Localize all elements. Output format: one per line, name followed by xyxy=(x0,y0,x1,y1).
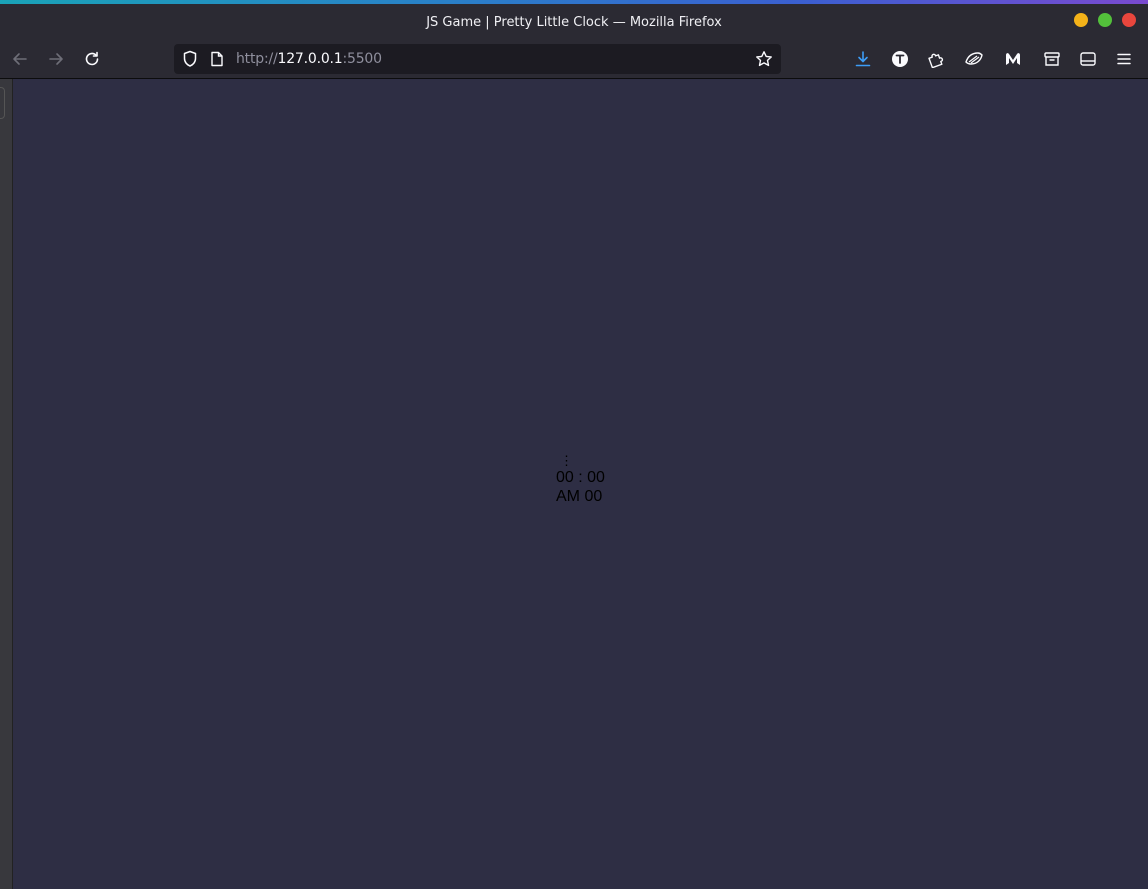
close-button[interactable] xyxy=(1122,13,1136,27)
url-port: :5500 xyxy=(342,51,383,67)
bookmark-star-icon[interactable] xyxy=(753,48,775,70)
url-bar[interactable]: http://127.0.0.1:5500 xyxy=(174,44,781,74)
title-bar: JS Game | Pretty Little Clock — Mozilla … xyxy=(0,4,1148,40)
account-avatar-icon[interactable] xyxy=(889,48,911,70)
hamburger-menu-icon[interactable] xyxy=(1113,48,1135,70)
downloads-icon[interactable] xyxy=(852,48,874,70)
url-text[interactable]: http://127.0.0.1:5500 xyxy=(236,51,382,67)
sidebar-strip xyxy=(0,79,13,889)
page-content: ⋮ 00 : 00 AM 00 xyxy=(0,79,1148,889)
clock-widget: ⋮ 00 : 00 AM 00 xyxy=(556,454,605,506)
back-arrow-icon[interactable] xyxy=(9,48,31,70)
sidebar-toggle-icon[interactable] xyxy=(1077,48,1099,70)
window-controls xyxy=(1074,13,1136,27)
clock-time: 00 : 00 xyxy=(556,469,605,486)
browser-window: JS Game | Pretty Little Clock — Mozilla … xyxy=(0,0,1148,889)
archive-icon[interactable] xyxy=(1041,48,1063,70)
minimize-button[interactable] xyxy=(1074,13,1088,27)
navigation-toolbar: http://127.0.0.1:5500 xyxy=(0,40,1148,79)
url-prefix: http:// xyxy=(236,51,278,67)
shield-icon[interactable] xyxy=(179,48,201,70)
maximize-button[interactable] xyxy=(1098,13,1112,27)
container-extension-icon[interactable] xyxy=(963,48,985,70)
malwarebytes-icon[interactable] xyxy=(1002,48,1024,70)
clock-period: AM 00 xyxy=(556,488,603,505)
page-info-icon[interactable] xyxy=(206,48,228,70)
forward-arrow-icon[interactable] xyxy=(45,48,67,70)
clock-menu-icon[interactable]: ⋮ xyxy=(560,454,605,468)
sidebar-handle[interactable] xyxy=(0,87,5,119)
extensions-puzzle-icon[interactable] xyxy=(925,48,947,70)
reload-icon[interactable] xyxy=(81,48,103,70)
url-host: 127.0.0.1 xyxy=(277,51,343,67)
window-title: JS Game | Pretty Little Clock — Mozilla … xyxy=(426,14,722,30)
